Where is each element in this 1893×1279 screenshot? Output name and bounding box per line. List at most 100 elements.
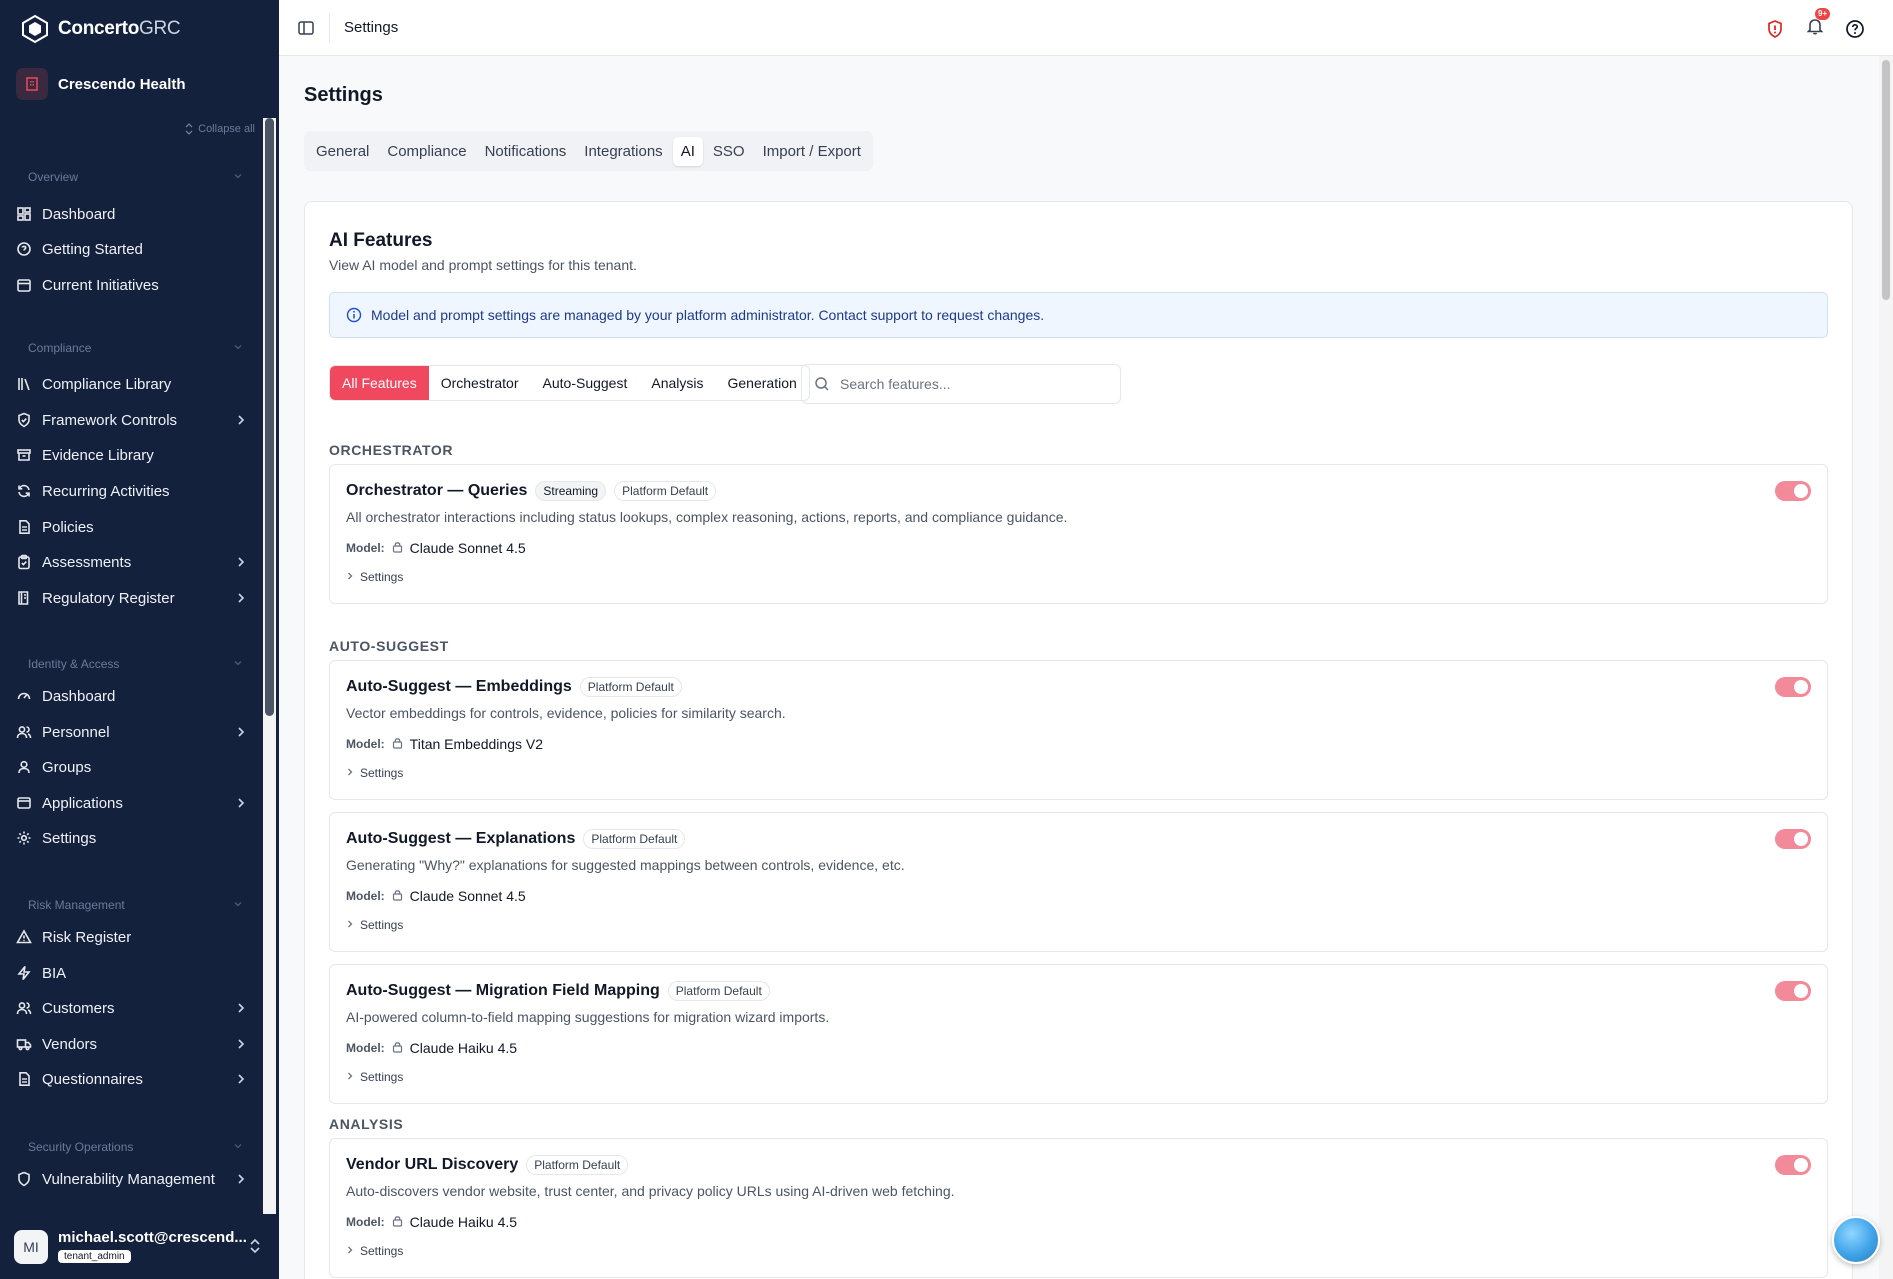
sidebar-item-assessments[interactable]: Assessments xyxy=(16,547,248,577)
feature-toggle[interactable] xyxy=(1775,1155,1811,1175)
sidebar-item-vulnerability-management[interactable]: Vulnerability Management xyxy=(16,1164,248,1194)
shield-check-icon xyxy=(16,412,32,428)
filter-auto-suggest[interactable]: Auto-Suggest xyxy=(531,366,640,400)
section-header-identity-access[interactable]: Identity & Access xyxy=(28,657,243,671)
brand-logo[interactable]: ConcertoGRC xyxy=(20,14,181,44)
help-icon[interactable] xyxy=(1845,19,1865,39)
sidebar-item-policies[interactable]: Policies xyxy=(16,512,248,542)
sidebar-item-regulatory-register[interactable]: Regulatory Register xyxy=(16,583,248,613)
tab-compliance[interactable]: Compliance xyxy=(379,137,474,166)
sidebar-item-personnel[interactable]: Personnel xyxy=(16,717,248,747)
main-scrollbar[interactable] xyxy=(1882,60,1890,300)
feature-toggle[interactable] xyxy=(1775,829,1811,849)
model-name: Claude Sonnet 4.5 xyxy=(409,540,526,556)
feature-toggle[interactable] xyxy=(1775,481,1811,501)
tab-notifications[interactable]: Notifications xyxy=(477,137,575,166)
notifications-button[interactable]: 9+ xyxy=(1805,8,1831,41)
alert-triangle-icon xyxy=(16,929,32,945)
sidebar-item-label: Current Initiatives xyxy=(42,276,159,294)
sidebar-toggle-icon[interactable] xyxy=(297,19,315,37)
refresh-icon xyxy=(16,483,32,499)
section-header-compliance[interactable]: Compliance xyxy=(28,341,243,355)
feature-toggle[interactable] xyxy=(1775,981,1811,1001)
assistant-launcher-button[interactable] xyxy=(1832,1216,1880,1264)
chevron-down-icon xyxy=(233,341,243,355)
settings-expander[interactable]: Settings xyxy=(346,918,403,932)
tab-general[interactable]: General xyxy=(308,137,377,166)
user-group-icon xyxy=(16,759,32,775)
chevron-down-icon xyxy=(233,657,243,671)
file-text-icon xyxy=(16,519,32,535)
lock-icon xyxy=(392,1214,403,1230)
feature-filter-tabs: All Features Orchestrator Auto-Suggest Anal… xyxy=(329,365,810,401)
sidebar-item-label: Framework Controls xyxy=(42,411,178,429)
sidebar-item-label: Dashboard xyxy=(42,687,116,705)
sidebar-item-current-initiatives[interactable]: Current Initiatives xyxy=(16,270,248,300)
sidebar-item-applications[interactable]: Applications xyxy=(16,788,248,818)
book-icon xyxy=(16,590,32,606)
feature-toggle[interactable] xyxy=(1775,677,1811,697)
feature-description: Vector embeddings for controls, evidence… xyxy=(346,705,786,721)
info-icon xyxy=(346,307,362,323)
filter-orchestrator[interactable]: Orchestrator xyxy=(429,366,531,400)
settings-expander[interactable]: Settings xyxy=(346,1244,403,1258)
role-badge: tenant_admin xyxy=(58,1250,131,1263)
model-name: Titan Embeddings V2 xyxy=(409,736,544,752)
settings-expander[interactable]: Settings xyxy=(346,570,403,584)
sidebar-item-label: Vendors xyxy=(42,1035,98,1053)
lock-icon xyxy=(392,540,403,556)
settings-expander[interactable]: Settings xyxy=(346,766,403,780)
lock-icon xyxy=(392,888,403,904)
sidebar-item-bia[interactable]: BIA xyxy=(16,958,248,988)
section-header-risk-management[interactable]: Risk Management xyxy=(28,898,243,912)
model-name: Claude Haiku 4.5 xyxy=(409,1214,518,1230)
collapse-all-button[interactable]: Collapse all xyxy=(184,123,255,135)
tab-sso[interactable]: SSO xyxy=(705,137,753,166)
feature-description: All orchestrator interactions including … xyxy=(346,509,1068,525)
settings-expander[interactable]: Settings xyxy=(346,1070,403,1084)
gear-icon xyxy=(16,830,32,846)
sidebar-item-settings[interactable]: Settings xyxy=(16,823,248,853)
search-box[interactable] xyxy=(801,364,1121,404)
sidebar-item-recurring-activities[interactable]: Recurring Activities xyxy=(16,476,248,506)
org-name: Crescendo Health xyxy=(58,75,186,93)
sidebar-item-dashboard[interactable]: Dashboard xyxy=(16,681,248,711)
sidebar-item-dashboard[interactable]: Dashboard xyxy=(16,199,248,229)
tab-import-export[interactable]: Import / Export xyxy=(755,137,869,166)
org-switcher[interactable]: Crescendo Health xyxy=(16,68,186,100)
user-menu[interactable]: MI michael.scott@crescend... tenant_admi… xyxy=(0,1214,279,1279)
sidebar-item-framework-controls[interactable]: Framework Controls xyxy=(16,405,248,435)
brand-name: ConcertoGRC xyxy=(58,18,181,39)
feature-model: Model: Titan Embeddings V2 xyxy=(346,736,544,752)
sidebar-item-compliance-library[interactable]: Compliance Library xyxy=(16,369,248,399)
dashboard-icon xyxy=(16,206,32,222)
tab-integrations[interactable]: Integrations xyxy=(576,137,670,166)
chevron-right-icon xyxy=(234,725,248,739)
chevron-right-icon xyxy=(346,1244,354,1258)
section-header-overview[interactable]: Overview xyxy=(28,170,243,184)
shield-alert-icon[interactable] xyxy=(1765,19,1785,39)
section-title: AI Features xyxy=(329,230,433,251)
sidebar-item-label: Risk Register xyxy=(42,928,132,946)
sidebar-item-label: BIA xyxy=(42,964,67,982)
sidebar-scrollbar[interactable] xyxy=(265,118,274,716)
sidebar-item-evidence-library[interactable]: Evidence Library xyxy=(16,440,248,470)
sidebar-item-label: Assessments xyxy=(42,553,132,571)
sidebar-item-groups[interactable]: Groups xyxy=(16,752,248,782)
sidebar-item-vendors[interactable]: Vendors xyxy=(16,1029,248,1059)
sidebar-item-risk-register[interactable]: Risk Register xyxy=(16,922,248,952)
filter-generation[interactable]: Generation xyxy=(716,366,809,400)
divider xyxy=(329,14,330,42)
feature-name: Auto-Suggest — Migration Field Mapping xyxy=(346,982,660,999)
sidebar-item-label: Settings xyxy=(42,829,97,847)
sidebar-item-customers[interactable]: Customers xyxy=(16,993,248,1023)
sidebar-item-questionnaires[interactable]: Questionnaires xyxy=(16,1064,248,1094)
tab-ai[interactable]: AI xyxy=(672,136,703,166)
search-icon xyxy=(815,377,829,391)
section-header-security-operations[interactable]: Security Operations xyxy=(28,1140,243,1154)
sidebar-item-getting-started[interactable]: Getting Started xyxy=(16,234,248,264)
filter-all-features[interactable]: All Features xyxy=(330,366,429,400)
chevron-right-icon xyxy=(234,413,248,427)
filter-analysis[interactable]: Analysis xyxy=(639,366,715,400)
search-input[interactable] xyxy=(840,376,1090,392)
